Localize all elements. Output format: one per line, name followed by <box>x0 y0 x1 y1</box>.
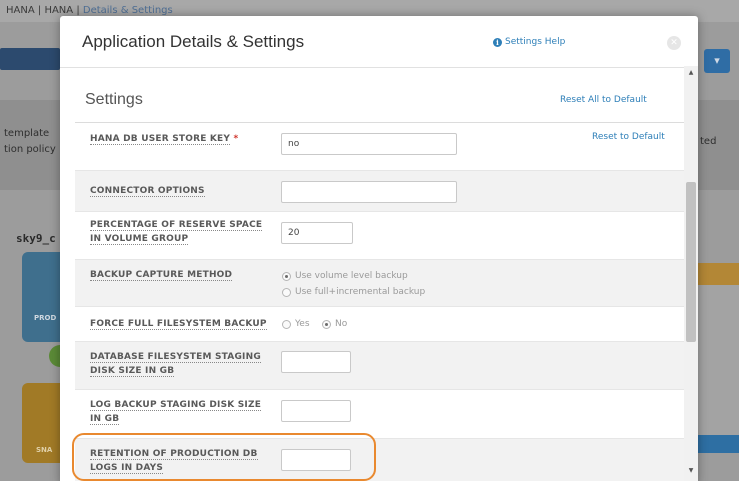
setting-label: LOG BACKUP STAGING DISK SIZE IN GB <box>90 400 262 425</box>
breadcrumb-item[interactable]: HANA <box>6 5 35 16</box>
close-icon: ✕ <box>670 38 678 48</box>
radio-yes[interactable]: Yes <box>282 319 310 329</box>
radio-label: Use full+incremental backup <box>295 287 426 297</box>
setting-label: PERCENTAGE OF RESERVE SPACE IN VOLUME GR… <box>90 220 263 245</box>
scroll-down-icon[interactable]: ▼ <box>686 466 696 476</box>
radio-use-full-incremental-backup[interactable]: Use full+incremental backup <box>282 287 425 297</box>
reset-all-button[interactable]: Reset All to Default <box>560 95 647 105</box>
db-staging-disk-size-input[interactable] <box>281 351 351 373</box>
setting-label: BACKUP CAPTURE METHOD <box>90 270 233 281</box>
radio-use-volume-level-backup[interactable]: Use volume level backup <box>282 271 408 281</box>
snapshot-card-label: SNA <box>36 446 53 454</box>
setting-row-connector-options: CONNECTOR OPTIONS <box>75 171 687 212</box>
background-blue-row <box>697 435 739 453</box>
background-action-bar <box>0 48 60 70</box>
host-label: sky9_c <box>16 232 56 245</box>
scrollbar-thumb[interactable] <box>686 182 696 342</box>
breadcrumb: HANA | HANA | Details & Settings <box>6 5 173 16</box>
setting-row-force-full-filesystem-backup: FORCE FULL FILESYSTEM BACKUP Yes No <box>75 307 687 342</box>
setting-label: HANA DB USER STORE KEY * <box>90 134 239 145</box>
close-button[interactable]: ✕ <box>667 36 681 50</box>
modal-body: Settings Reset All to Default HANA DB US… <box>60 69 698 481</box>
breadcrumb-item[interactable]: HANA <box>44 5 73 16</box>
connector-options-input[interactable] <box>281 181 457 203</box>
radio-button[interactable] <box>282 319 291 329</box>
required-mark: * <box>233 134 239 144</box>
setting-label: DATABASE FILESYSTEM STAGING DISK SIZE IN… <box>90 352 261 377</box>
settings-help-link[interactable]: i Settings Help <box>493 37 565 47</box>
radio-label: Use volume level backup <box>295 271 408 281</box>
background-text: template <box>4 128 50 139</box>
info-icon: i <box>493 37 502 47</box>
setting-row-log-staging-disk-size: LOG BACKUP STAGING DISK SIZE IN GB <box>75 390 687 439</box>
radio-label: No <box>335 319 348 329</box>
breadcrumb-item-current: Details & Settings <box>82 5 173 16</box>
radio-button-selected[interactable] <box>322 319 331 329</box>
background-orange-header <box>697 263 739 285</box>
settings-help-label: Settings Help <box>505 37 566 47</box>
prod-card-label: PROD <box>34 314 57 322</box>
chevron-down-icon: ▾ <box>714 54 720 67</box>
settings-modal: Application Details & Settings i Setting… <box>60 16 698 481</box>
background-text: tion policy <box>4 144 56 155</box>
setting-label: CONNECTOR OPTIONS <box>90 186 205 197</box>
radio-label: Yes <box>295 319 310 329</box>
scroll-up-icon[interactable]: ▲ <box>686 68 696 78</box>
radio-button-selected[interactable] <box>282 271 291 281</box>
setting-row-backup-capture-method: BACKUP CAPTURE METHOD Use volume level b… <box>75 260 687 307</box>
background-text: ted <box>700 136 717 147</box>
setting-row-reserve-space: PERCENTAGE OF RESERVE SPACE IN VOLUME GR… <box>75 212 687 260</box>
section-title: Settings <box>85 91 143 108</box>
reset-to-default-button[interactable]: Reset to Default <box>592 132 665 142</box>
highlight-callout <box>72 433 376 481</box>
setting-row-hana-db-user-store-key: HANA DB USER STORE KEY * Reset to Defaul… <box>75 123 687 171</box>
background-dropdown-button[interactable]: ▾ <box>704 49 730 73</box>
radio-no[interactable]: No <box>322 319 347 329</box>
hana-db-user-store-key-input[interactable] <box>281 133 457 155</box>
log-staging-disk-size-input[interactable] <box>281 400 351 422</box>
reserve-space-input[interactable] <box>281 222 353 244</box>
setting-label: FORCE FULL FILESYSTEM BACKUP <box>90 319 267 330</box>
modal-title: Application Details & Settings <box>82 32 305 51</box>
modal-header: Application Details & Settings i Setting… <box>60 16 698 68</box>
radio-button[interactable] <box>282 287 291 297</box>
setting-row-db-staging-disk-size: DATABASE FILESYSTEM STAGING DISK SIZE IN… <box>75 342 687 390</box>
background-table <box>697 285 739 435</box>
